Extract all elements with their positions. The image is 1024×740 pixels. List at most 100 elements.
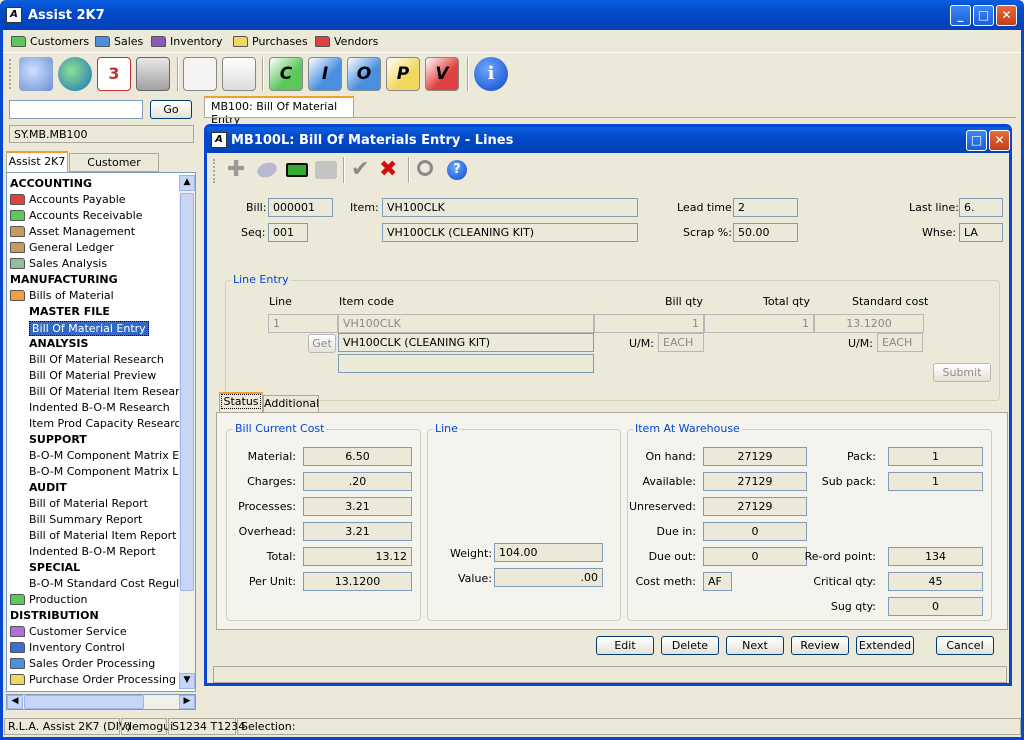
scrap-field[interactable]: 50.00 <box>733 223 798 242</box>
tree-vertical-scrollbar[interactable]: ▲ ▼ <box>179 175 195 689</box>
tree-item-accounts-receivable[interactable]: Accounts Receivable <box>10 209 143 222</box>
tree-item-bill-of-material-item-report[interactable]: Bill of Material Item Report <box>29 529 177 542</box>
tree-item-sales-order-processing[interactable]: Sales Order Processing <box>10 657 155 670</box>
item-field[interactable]: VH100CLK <box>382 198 638 217</box>
menu-inventory[interactable]: Inventory <box>151 33 223 49</box>
edit-button[interactable]: Edit <box>596 636 654 655</box>
folder-icon <box>10 210 25 221</box>
chart-report-icon[interactable] <box>222 57 256 91</box>
lead-time-field[interactable]: 2 <box>733 198 798 217</box>
battery-icon[interactable] <box>286 163 308 177</box>
tree-item-analysis[interactable]: ANALYSIS <box>29 337 88 350</box>
tab-mb100[interactable]: MB100: Bill Of Material Entry <box>204 96 354 126</box>
tree-item-production[interactable]: Production <box>10 593 88 606</box>
scroll-right-icon[interactable]: ▶ <box>179 695 195 709</box>
hscroll-thumb[interactable] <box>24 695 144 709</box>
tree-item-bill-of-material-entry[interactable]: Bill Of Material Entry <box>29 321 149 336</box>
tab-status[interactable]: Status <box>219 392 263 413</box>
cancel-button[interactable]: Cancel <box>936 636 994 655</box>
tree-item-b-o-m-component-matrix-list[interactable]: B-O-M Component Matrix List <box>29 465 179 478</box>
inner-close-icon[interactable]: ✕ <box>989 130 1010 151</box>
bill-field[interactable]: 000001 <box>268 198 333 217</box>
folder-i-icon[interactable]: I <box>308 57 342 91</box>
folder-v-icon[interactable]: V <box>425 57 459 91</box>
tree-item-label: Sales Analysis <box>29 257 108 270</box>
folder-c-icon[interactable]: C <box>269 57 303 91</box>
statusbar: R.L.A. Assist 2K7 (DIV) demogui S1234 T1… <box>3 716 1021 737</box>
bill-current-cost-title: Bill Current Cost <box>233 422 327 435</box>
tree-item-item-prod-capacity-research[interactable]: Item Prod Capacity Research <box>29 417 179 430</box>
scroll-up-icon[interactable]: ▲ <box>179 175 195 191</box>
next-button[interactable]: Next <box>726 636 784 655</box>
nav-search-input[interactable] <box>9 100 143 119</box>
search-icon[interactable] <box>417 160 433 176</box>
tree-item-label: AUDIT <box>29 481 67 494</box>
help-icon[interactable]: ? <box>447 160 467 180</box>
menu-vendors[interactable]: Vendors <box>315 33 378 49</box>
maximize-icon[interactable]: □ <box>973 5 994 26</box>
tree-item-audit[interactable]: AUDIT <box>29 481 67 494</box>
mail-icon[interactable] <box>19 57 53 91</box>
tree-item-inventory-control[interactable]: Inventory Control <box>10 641 125 654</box>
calendar-icon[interactable]: 3 <box>97 57 131 91</box>
tree-item-master-file[interactable]: MASTER FILE <box>29 305 110 318</box>
wh-field-unreserved: 27129 <box>703 497 807 516</box>
review-button[interactable]: Review <box>791 636 849 655</box>
submit-button[interactable]: Submit <box>933 363 991 382</box>
globe-icon[interactable] <box>58 57 92 91</box>
scroll-thumb[interactable] <box>180 193 194 591</box>
tree-item-indented-b-o-m-report[interactable]: Indented B-O-M Report <box>29 545 156 558</box>
delete-button[interactable]: Delete <box>661 636 719 655</box>
address-book-icon[interactable] <box>183 57 217 91</box>
minimize-icon[interactable]: _ <box>950 5 971 26</box>
tree-item-b-o-m-component-matrix-entry[interactable]: B-O-M Component Matrix Entry <box>29 449 179 462</box>
folder-o-icon[interactable]: O <box>347 57 381 91</box>
close-icon[interactable]: ✕ <box>996 5 1017 26</box>
scroll-left-icon[interactable]: ◀ <box>7 695 23 709</box>
tree-item-bill-of-material-report[interactable]: Bill of Material Report <box>29 497 148 510</box>
get-button[interactable]: Get <box>308 334 336 353</box>
go-button[interactable]: Go <box>150 100 192 119</box>
menubar: Customers Sales Inventory Purchases Vendors <box>3 30 1021 51</box>
tree-item-asset-management[interactable]: Asset Management <box>10 225 135 238</box>
folder-icon <box>95 35 110 47</box>
extended-button[interactable]: Extended <box>856 636 914 655</box>
tree-item-bill-of-material-item-research[interactable]: Bill Of Material Item Research <box>29 385 179 398</box>
add-icon[interactable]: ✚ <box>227 159 245 181</box>
accept-icon[interactable]: ✔ <box>351 157 369 182</box>
tree-item-label: MANUFACTURING <box>10 273 118 286</box>
tree-item-customer-service[interactable]: Customer Service <box>10 625 127 638</box>
tree-item-special[interactable]: SPECIAL <box>29 561 80 574</box>
tree-horizontal-scrollbar[interactable]: ◀ ▶ <box>6 694 196 710</box>
tree-item-bill-of-material-research[interactable]: Bill Of Material Research <box>29 353 164 366</box>
folder-icon <box>10 194 25 205</box>
folder-p-icon[interactable]: P <box>386 57 420 91</box>
tree-item-bills-of-material[interactable]: Bills of Material <box>10 289 114 302</box>
info-icon[interactable]: i <box>474 57 508 91</box>
um-field-1: EACH <box>658 333 704 352</box>
seq-field[interactable]: 001 <box>268 223 308 242</box>
tree-item-support[interactable]: SUPPORT <box>29 433 87 446</box>
tab-assist-2k7[interactable]: Assist 2K7 <box>6 151 68 172</box>
inner-maximize-icon[interactable]: □ <box>966 130 987 151</box>
reject-icon[interactable]: ✖ <box>379 157 397 182</box>
calculator-icon[interactable] <box>136 57 170 91</box>
tab-additional[interactable]: Additional <box>263 395 319 413</box>
whse-field[interactable]: LA <box>959 223 1003 242</box>
tree-item-indented-b-o-m-research[interactable]: Indented B-O-M Research <box>29 401 170 414</box>
tree-item-bill-summary-report[interactable]: Bill Summary Report <box>29 513 142 526</box>
tab-customer-service[interactable]: Customer Service <box>69 153 159 186</box>
erase-icon[interactable] <box>255 160 279 180</box>
tree-item-general-ledger[interactable]: General Ledger <box>10 241 114 254</box>
tree-item-bill-of-material-preview[interactable]: Bill Of Material Preview <box>29 369 156 382</box>
tree-item-sales-analysis[interactable]: Sales Analysis <box>10 257 107 270</box>
tree-item-accounts-payable[interactable]: Accounts Payable <box>10 193 126 206</box>
scroll-down-icon[interactable]: ▼ <box>179 673 195 689</box>
menu-purchases[interactable]: Purchases <box>233 33 308 49</box>
cost-label-per-unit: Per Unit: <box>248 575 296 588</box>
tree-item-purchase-order-processing[interactable]: Purchase Order Processing <box>10 673 176 686</box>
tree-item-b-o-m-standard-cost-regulato[interactable]: B-O-M Standard Cost Regulato <box>29 577 179 590</box>
menu-sales[interactable]: Sales <box>95 33 143 49</box>
menu-customers[interactable]: Customers <box>11 33 89 49</box>
print-icon[interactable] <box>315 161 337 179</box>
